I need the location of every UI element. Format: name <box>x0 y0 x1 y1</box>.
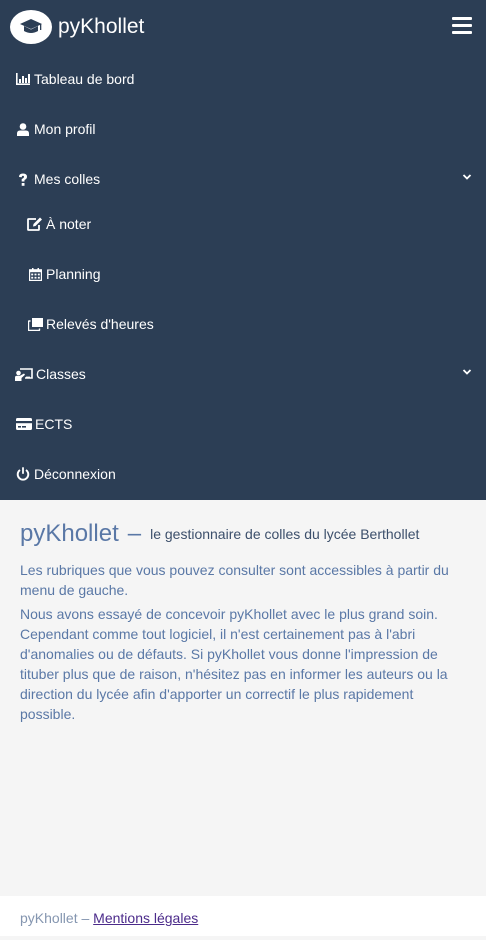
navbar: pyKhollet Tableau de bord Mon profil Mes… <box>0 0 486 500</box>
power-off-icon <box>15 467 31 481</box>
nav-item-mon-profil[interactable]: Mon profil <box>0 104 486 154</box>
hamburger-menu-icon[interactable] <box>452 16 472 36</box>
nav-label: Relevés d'heures <box>46 316 154 332</box>
nav-item-a-noter[interactable]: À noter <box>0 199 486 249</box>
nav-label: ECTS <box>35 416 73 432</box>
nav-item-releves-d-heures[interactable]: Relevés d'heures <box>0 299 486 349</box>
nav-item-planning[interactable]: Planning <box>0 249 486 299</box>
nav-item-classes[interactable]: Classes <box>0 349 486 399</box>
question-icon <box>15 172 31 186</box>
chevron-down-icon <box>462 174 472 180</box>
calendar-icon <box>27 267 43 281</box>
nav-label: À noter <box>46 216 92 232</box>
nav-item-tableau-de-bord[interactable]: Tableau de bord <box>0 54 486 104</box>
nav-label: Mes colles <box>34 171 101 187</box>
chevron-down-icon <box>462 369 472 375</box>
nav-item-ects[interactable]: ECTS <box>0 399 486 449</box>
brand[interactable]: pyKhollet <box>10 10 144 44</box>
page-title-text: pyKhollet <box>20 520 119 547</box>
edit-icon <box>27 217 43 231</box>
footer: pyKhollet – Mentions légales <box>0 896 486 936</box>
nav-label: Déconnexion <box>34 466 116 482</box>
mentions-legales-link[interactable]: Mentions légales <box>93 910 198 926</box>
clone-icon <box>27 317 43 331</box>
nav-label: Mon profil <box>34 121 96 137</box>
nav-item-deconnexion[interactable]: Déconnexion <box>0 449 486 499</box>
main-content: pyKhollet – le gestionnaire de colles du… <box>20 500 466 724</box>
title-dash: – <box>127 520 142 547</box>
nav-item-mes-colles[interactable]: Mes colles <box>0 154 486 204</box>
footer-brand: pyKhollet – <box>20 910 90 926</box>
graduation-cap-icon <box>10 10 52 44</box>
nav-label: Planning <box>46 266 101 282</box>
nav-label: Tableau de bord <box>34 71 135 87</box>
page-subtitle: le gestionnaire de colles du lycée Berth… <box>150 526 420 542</box>
chalkboard-teacher-icon <box>15 367 33 381</box>
brand-name: pyKhollet <box>58 15 145 38</box>
intro-paragraph: Les rubriques que vous pouvez consulter … <box>20 562 449 598</box>
credit-card-icon <box>15 417 32 431</box>
user-icon <box>15 122 31 136</box>
nav-label: Classes <box>36 366 86 382</box>
page-title: pyKhollet – le gestionnaire de colles du… <box>20 520 466 552</box>
bar-chart-icon <box>15 72 31 86</box>
disclaimer-paragraph: Nous avons essayé de concevoir pyKhollet… <box>20 606 448 722</box>
